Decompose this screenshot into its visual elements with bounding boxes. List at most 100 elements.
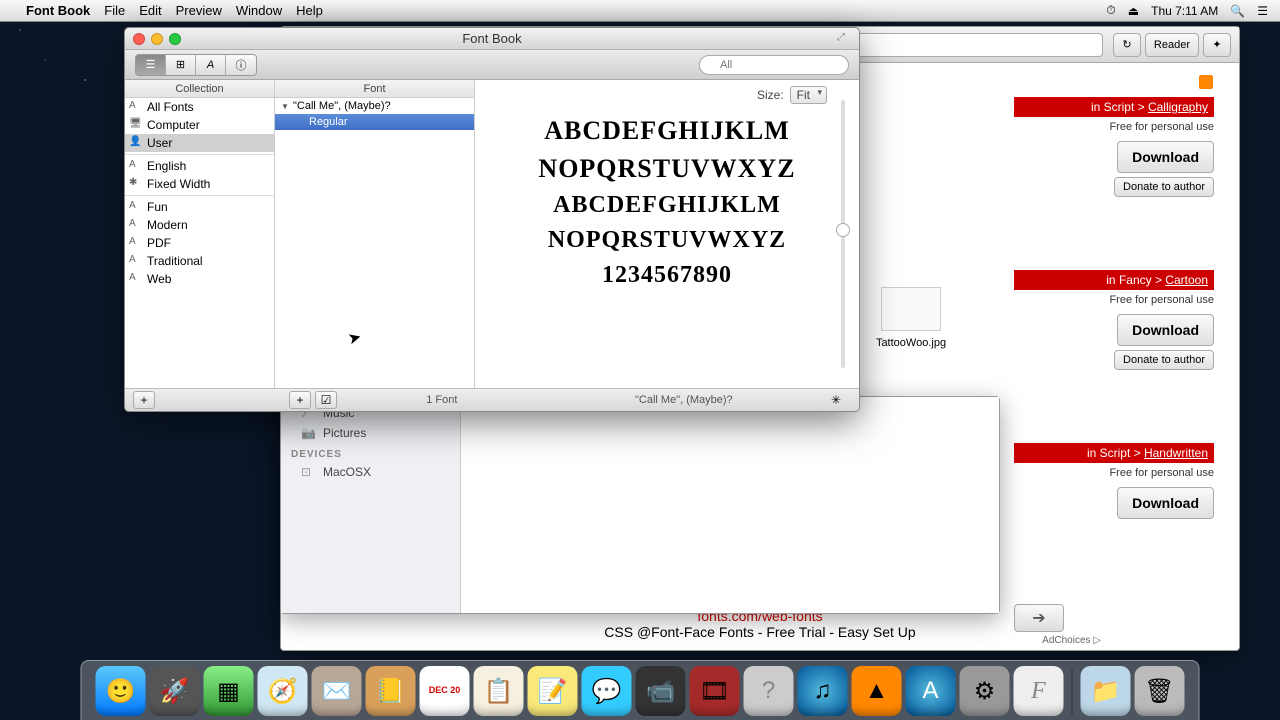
dock-photo-booth[interactable]: 🎞 [690,666,740,716]
font-icon: A [129,272,143,286]
font-header: Font [275,80,474,98]
download-button-1[interactable]: Download [1117,141,1214,173]
menu-edit[interactable]: Edit [139,3,161,18]
font-column: Font ▼"Call Me", (Maybe)? Regular [275,80,475,388]
menu-help[interactable]: Help [296,3,323,18]
collection-modern[interactable]: AModern [125,216,274,234]
category-link-cartoon[interactable]: Cartoon [1165,273,1208,287]
menu-window[interactable]: Window [236,3,282,18]
collection-traditional[interactable]: ATraditional [125,252,274,270]
time-machine-icon[interactable]: ⏱ [1106,3,1115,18]
sample-line-4: NOPQRSTUVWXYZ [495,227,839,254]
category-bar-2: in Fancy > Cartoon [1014,270,1214,290]
finder-sidebar: ♪Music 📷Pictures DEVICES ⊡MacOSX [281,397,461,613]
menu-file[interactable]: File [104,3,125,18]
dock-vlc[interactable]: ▲ [852,666,902,716]
view-sample-button[interactable]: A [196,55,226,75]
view-info-button[interactable]: ⓘ [226,55,256,75]
view-list-button[interactable]: ☰ [136,55,166,75]
dock-app-store[interactable]: A [906,666,956,716]
fontbook-titlebar[interactable]: Font Book ⤢ [125,28,859,50]
file-preview[interactable]: TattooWoo.jpg [871,287,951,349]
font-icon: A [129,159,143,173]
dock-reminders[interactable]: 📋 [474,666,524,716]
file-thumbnail [881,287,941,331]
dock-documents[interactable]: 📁 [1081,666,1131,716]
font-icon: A [129,236,143,250]
dock-itunes[interactable]: ♫ [798,666,848,716]
dock-messages[interactable]: 💬 [582,666,632,716]
fullscreen-button[interactable]: ⤢ [837,32,851,46]
dock-notes[interactable]: 📝 [528,666,578,716]
fontbook-search-input[interactable] [699,55,849,75]
add-font-button[interactable]: + [289,391,311,409]
font-style-regular[interactable]: Regular [275,114,474,130]
finder-item-pictures[interactable]: 📷Pictures [281,423,460,443]
free-text-1: Free for personal use [1014,117,1214,137]
dock-help[interactable]: ? [744,666,794,716]
category-link-handwritten[interactable]: Handwritten [1144,446,1208,460]
computer-icon: 🖥 [129,118,143,132]
window-title: Font Book [125,31,859,46]
size-control: Size: Fit [757,86,827,104]
collection-pdf[interactable]: APDF [125,234,274,252]
dock-launchpad[interactable]: 🚀 [150,666,200,716]
dock-settings[interactable]: ⚙ [960,666,1010,716]
safari-share-button[interactable]: ✦ [1203,33,1231,57]
add-collection-button[interactable]: + [133,391,155,409]
fontbook-footer: + + ☑ 1 Font "Call Me", (Maybe)? ✳ [125,389,859,411]
dock-contacts[interactable]: 📒 [366,666,416,716]
collection-user[interactable]: 👤User [125,134,274,152]
category-link-calligraphy[interactable]: Calligraphy [1148,100,1208,114]
dock-mission-control[interactable]: ▦ [204,666,254,716]
collection-computer[interactable]: 🖥Computer [125,116,274,134]
spotlight-icon[interactable]: 🔍 [1230,4,1245,18]
dock-calendar[interactable]: DEC 20 [420,666,470,716]
sample-line-3: ABCDEFGHIJKLM [495,192,839,219]
download-button-3[interactable]: Download [1117,487,1214,519]
font-icon: A [129,218,143,232]
collection-web[interactable]: AWeb [125,270,274,288]
dock-fontbook[interactable]: F [1014,666,1064,716]
donate-button-1[interactable]: Donate to author [1114,177,1214,197]
footer-count: 1 Font [341,394,543,406]
view-grid-button[interactable]: ⊞ [166,55,196,75]
category-bar-1: in Script > Calligraphy [1014,97,1214,117]
collection-list: AAll Fonts 🖥Computer 👤User AEnglish ✱Fix… [125,98,274,388]
download-button-2[interactable]: Download [1117,314,1214,346]
size-select[interactable]: Fit [790,86,827,104]
dock-safari[interactable]: 🧭 [258,666,308,716]
validate-button[interactable]: ☑ [315,391,337,409]
sample-line-2: NOPQRSTUVWXYZ [495,154,839,184]
dock-finder[interactable]: 🙂 [96,666,146,716]
finder-device-macosx[interactable]: ⊡MacOSX [281,462,460,482]
gear-icon: ✱ [129,177,143,191]
collection-fixed-width[interactable]: ✱Fixed Width [125,175,274,193]
donate-button-2[interactable]: Donate to author [1114,350,1214,370]
dock-mail[interactable]: ✉️ [312,666,362,716]
slider-knob[interactable] [836,223,850,237]
collection-all-fonts[interactable]: AAll Fonts [125,98,274,116]
safari-reload-button[interactable]: ↻ [1113,33,1141,57]
fontbook-toolbar: ☰ ⊞ A ⓘ [125,50,859,80]
dock-facetime[interactable]: 📹 [636,666,686,716]
size-slider[interactable] [841,100,845,368]
safari-reader-button[interactable]: Reader [1145,33,1199,57]
finder-content [461,397,999,613]
disclosure-triangle-icon[interactable]: ▼ [281,102,289,111]
notifications-icon[interactable]: ☰ [1257,4,1268,18]
menu-preview[interactable]: Preview [176,3,222,18]
menubar-clock[interactable]: Thu 7:11 AM [1151,4,1218,18]
free-text-3: Free for personal use [1014,463,1214,483]
font-list: ▼"Call Me", (Maybe)? Regular [275,98,474,388]
font-block-2: in Fancy > Cartoon Free for personal use… [1014,270,1214,310]
collection-fun[interactable]: AFun [125,198,274,216]
collection-english[interactable]: AEnglish [125,157,274,175]
rss-icon[interactable] [1199,75,1213,89]
eject-icon[interactable]: ⏏ [1128,4,1139,18]
disk-icon: ⊡ [301,465,317,479]
category-bar-3: in Script > Handwritten [1014,443,1214,463]
dock-trash[interactable]: 🗑 [1135,666,1185,716]
menubar-app-name[interactable]: Font Book [26,3,90,18]
font-family-item[interactable]: ▼"Call Me", (Maybe)? [275,98,474,114]
